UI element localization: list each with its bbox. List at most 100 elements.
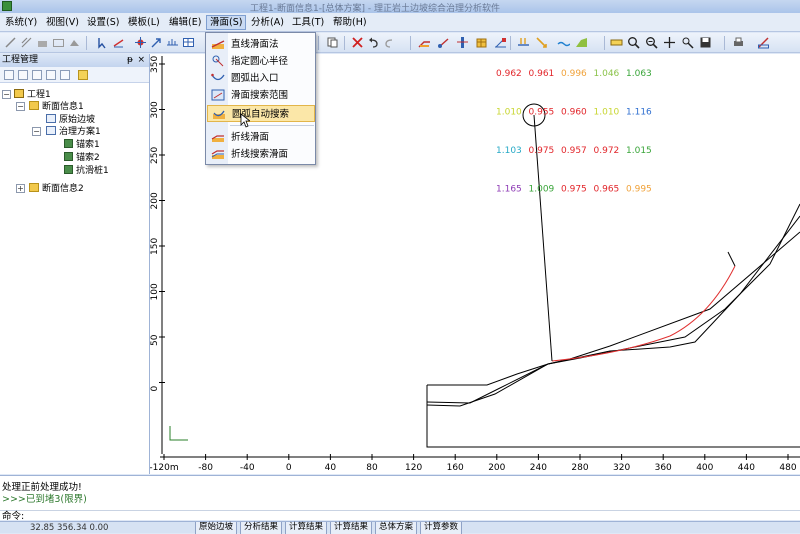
y-tick-label: 100 bbox=[150, 283, 160, 300]
tree-item-pile-1[interactable]: 抗滑桩1 bbox=[64, 165, 109, 177]
safety-factor-value: 0.975 bbox=[561, 185, 587, 195]
pointer-icon[interactable] bbox=[96, 36, 109, 49]
menu-item-polyline-slip[interactable]: 折线滑面 bbox=[207, 129, 315, 146]
zoom-window-icon[interactable] bbox=[681, 36, 694, 49]
print-icon[interactable] bbox=[732, 36, 745, 49]
menu-item-auto-search[interactable]: 圆弧自动搜索 bbox=[207, 105, 315, 122]
menu-item-polyline-search[interactable]: 折线搜索滑面 bbox=[207, 146, 315, 163]
menu-item-arc-entry-exit[interactable]: 圆弧出入口 bbox=[207, 70, 315, 87]
center-radius-icon bbox=[211, 55, 225, 67]
close-icon[interactable]: × bbox=[137, 54, 145, 67]
x-tick-label: 280 bbox=[571, 463, 588, 473]
collapse-icon[interactable]: − bbox=[2, 90, 11, 99]
edit-line-icon[interactable] bbox=[20, 36, 33, 49]
menu-help[interactable]: 帮助(H) bbox=[330, 15, 370, 30]
command-input[interactable]: 命令: bbox=[0, 510, 800, 522]
safety-factor-value: 1.046 bbox=[594, 69, 620, 79]
zoom-out-icon[interactable] bbox=[645, 36, 658, 49]
fill-icon[interactable] bbox=[68, 36, 81, 49]
anchor-tool-icon[interactable] bbox=[437, 36, 450, 49]
wall-tool-icon[interactable] bbox=[475, 36, 488, 49]
x-tick-label: 360 bbox=[655, 463, 672, 473]
menu-item-line-slip[interactable]: 直线滑面法 bbox=[207, 36, 315, 53]
safety-factor-value: 1.010 bbox=[594, 108, 620, 118]
list-view-icon[interactable] bbox=[46, 70, 56, 80]
y-tick-label: 50 bbox=[150, 334, 160, 346]
line-tool-icon[interactable] bbox=[112, 36, 125, 49]
collapse-icon[interactable]: − bbox=[32, 127, 41, 136]
menu-view[interactable]: 视图(V) bbox=[43, 15, 82, 30]
x-tick-label: 80 bbox=[366, 463, 378, 473]
water-tool-icon[interactable] bbox=[557, 36, 570, 49]
grid-view-icon[interactable] bbox=[32, 70, 42, 80]
anchor-icon bbox=[64, 139, 73, 148]
anchor-icon bbox=[64, 152, 73, 161]
tree-item-scheme-1[interactable]: 治理方案1 bbox=[46, 126, 101, 138]
tree-item-section-1[interactable]: 断面信息1 bbox=[29, 101, 84, 113]
safety-factor-value: 0.995 bbox=[626, 185, 652, 195]
pan-icon[interactable] bbox=[663, 36, 676, 49]
region-tool-icon[interactable] bbox=[575, 36, 588, 49]
copy-icon[interactable] bbox=[326, 36, 339, 49]
expand-icon[interactable]: + bbox=[16, 184, 25, 193]
menu-tools[interactable]: 工具(T) bbox=[289, 15, 327, 30]
tree-item-project[interactable]: 工程1 bbox=[14, 89, 51, 101]
pile-tool-icon[interactable] bbox=[456, 36, 469, 49]
x-tick-label: 200 bbox=[488, 463, 505, 473]
load-tool-icon[interactable] bbox=[517, 36, 530, 49]
save-icon[interactable] bbox=[699, 36, 712, 49]
toolbar bbox=[0, 33, 800, 53]
grid-tool-icon[interactable] bbox=[494, 36, 507, 49]
polyline-search-icon bbox=[211, 148, 225, 160]
menu-settings[interactable]: 设置(S) bbox=[84, 15, 122, 30]
x-tick-label: 440 bbox=[738, 463, 755, 473]
safety-factor-value: 1.063 bbox=[626, 69, 652, 79]
settings-icon[interactable] bbox=[757, 36, 770, 49]
redo-icon[interactable] bbox=[383, 36, 396, 49]
status-tab[interactable]: 计算参数 bbox=[420, 522, 463, 534]
tree-item-anchor-2[interactable]: 锚索2 bbox=[64, 152, 100, 164]
slope-tool-icon[interactable] bbox=[418, 36, 431, 49]
folder-icon bbox=[29, 183, 39, 192]
node-icon[interactable] bbox=[134, 36, 147, 49]
tree-item-anchor-1[interactable]: 锚索1 bbox=[64, 139, 100, 151]
menu-system[interactable]: 系统(Y) bbox=[2, 15, 40, 30]
ruler-icon[interactable] bbox=[610, 36, 623, 49]
open-icon[interactable] bbox=[18, 70, 28, 80]
tree-item-section-2[interactable]: 断面信息2 bbox=[29, 183, 84, 195]
status-tab[interactable]: 原始边坡 bbox=[195, 522, 238, 534]
safety-factor-value: 1.116 bbox=[626, 108, 652, 118]
table-tool-icon[interactable] bbox=[182, 36, 195, 49]
collapse-icon[interactable]: − bbox=[16, 102, 25, 111]
arrow-tool-icon[interactable] bbox=[150, 36, 163, 49]
status-tab[interactable]: 分析结果 bbox=[240, 522, 283, 534]
menu-analysis[interactable]: 分析(A) bbox=[248, 15, 287, 30]
zoom-in-icon[interactable] bbox=[627, 36, 640, 49]
pin-icon[interactable]: ᵽ bbox=[127, 54, 133, 67]
menu-edit[interactable]: 编辑(E) bbox=[166, 15, 204, 30]
menu-template[interactable]: 模板(L) bbox=[125, 15, 163, 30]
folder-icon[interactable] bbox=[78, 70, 88, 80]
menu-item-search-range[interactable]: 滑面搜索范围 bbox=[207, 87, 315, 104]
cursor-icon bbox=[240, 113, 250, 128]
edit-line-icon[interactable] bbox=[4, 36, 17, 49]
grid-icon[interactable] bbox=[52, 36, 65, 49]
new-icon[interactable] bbox=[4, 70, 14, 80]
panel-toolbar bbox=[0, 67, 149, 83]
measure-icon[interactable] bbox=[166, 36, 179, 49]
menu-bar: 系统(Y) 视图(V) 设置(S) 模板(L) 编辑(E) 滑面(S) 分析(A… bbox=[0, 13, 800, 32]
status-tab[interactable]: 总体方案 bbox=[375, 522, 418, 534]
force-tool-icon[interactable] bbox=[535, 36, 548, 49]
menu-item-center-radius[interactable]: 指定圆心半径 bbox=[207, 53, 315, 70]
menu-slip-surface[interactable]: 滑面(S) bbox=[206, 15, 247, 30]
status-tab[interactable]: 计算结果 bbox=[330, 522, 373, 534]
safety-factor-value: 1.103 bbox=[496, 146, 522, 156]
delete-icon[interactable] bbox=[351, 36, 364, 49]
undo-icon[interactable] bbox=[367, 36, 380, 49]
polyline-slip-icon bbox=[211, 131, 225, 143]
layer-icon[interactable] bbox=[36, 36, 49, 49]
status-tab[interactable]: 计算结果 bbox=[285, 522, 328, 534]
tree-item-original-slope[interactable]: 原始边坡 bbox=[46, 114, 95, 126]
x-tick-label: 120 bbox=[405, 463, 422, 473]
properties-icon[interactable] bbox=[60, 70, 70, 80]
